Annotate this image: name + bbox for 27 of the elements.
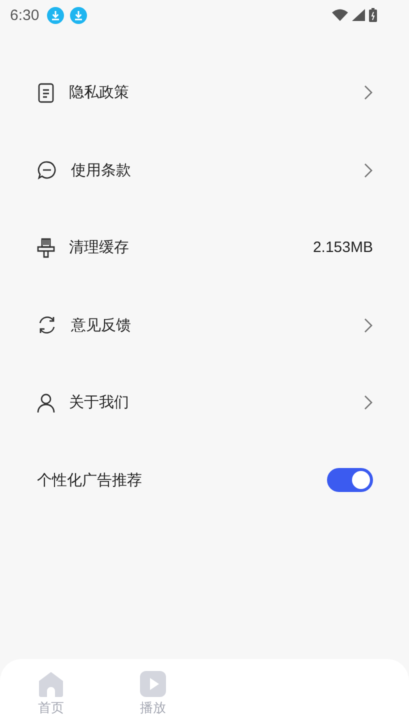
play-icon [140, 671, 166, 697]
nav-tab[interactable]: 播放 [102, 659, 204, 727]
person-icon [37, 392, 55, 413]
cache-size: 2.153MB [312, 239, 373, 256]
wifi-icon [332, 9, 348, 21]
chevron-right-icon[interactable] [364, 395, 373, 410]
chevron-right-icon[interactable] [364, 85, 373, 100]
download-icon [47, 6, 64, 24]
setting-label: 清理缓存 [69, 238, 129, 258]
download-icon [70, 6, 88, 24]
chat-bubble-icon [37, 160, 57, 180]
brush-icon [37, 238, 55, 258]
toggle-switch[interactable] [327, 468, 373, 492]
setting-label: 关于我们 [69, 393, 129, 412]
setting-label: 个性化广告推荐 [37, 470, 142, 490]
setting-label: 隐私政策 [69, 83, 129, 102]
document-icon [37, 82, 55, 103]
home-icon [38, 671, 64, 697]
chevron-right-icon[interactable] [364, 318, 373, 333]
battery-icon [369, 8, 377, 22]
refresh-icon [37, 315, 57, 336]
nav-tab[interactable]: 首页 [0, 659, 102, 727]
setting-label: 使用条款 [71, 160, 131, 180]
status-time: 6:30 [10, 6, 40, 24]
setting-label: 意见反馈 [71, 316, 131, 335]
signal-icon [352, 9, 365, 21]
chevron-right-icon[interactable] [364, 162, 373, 178]
